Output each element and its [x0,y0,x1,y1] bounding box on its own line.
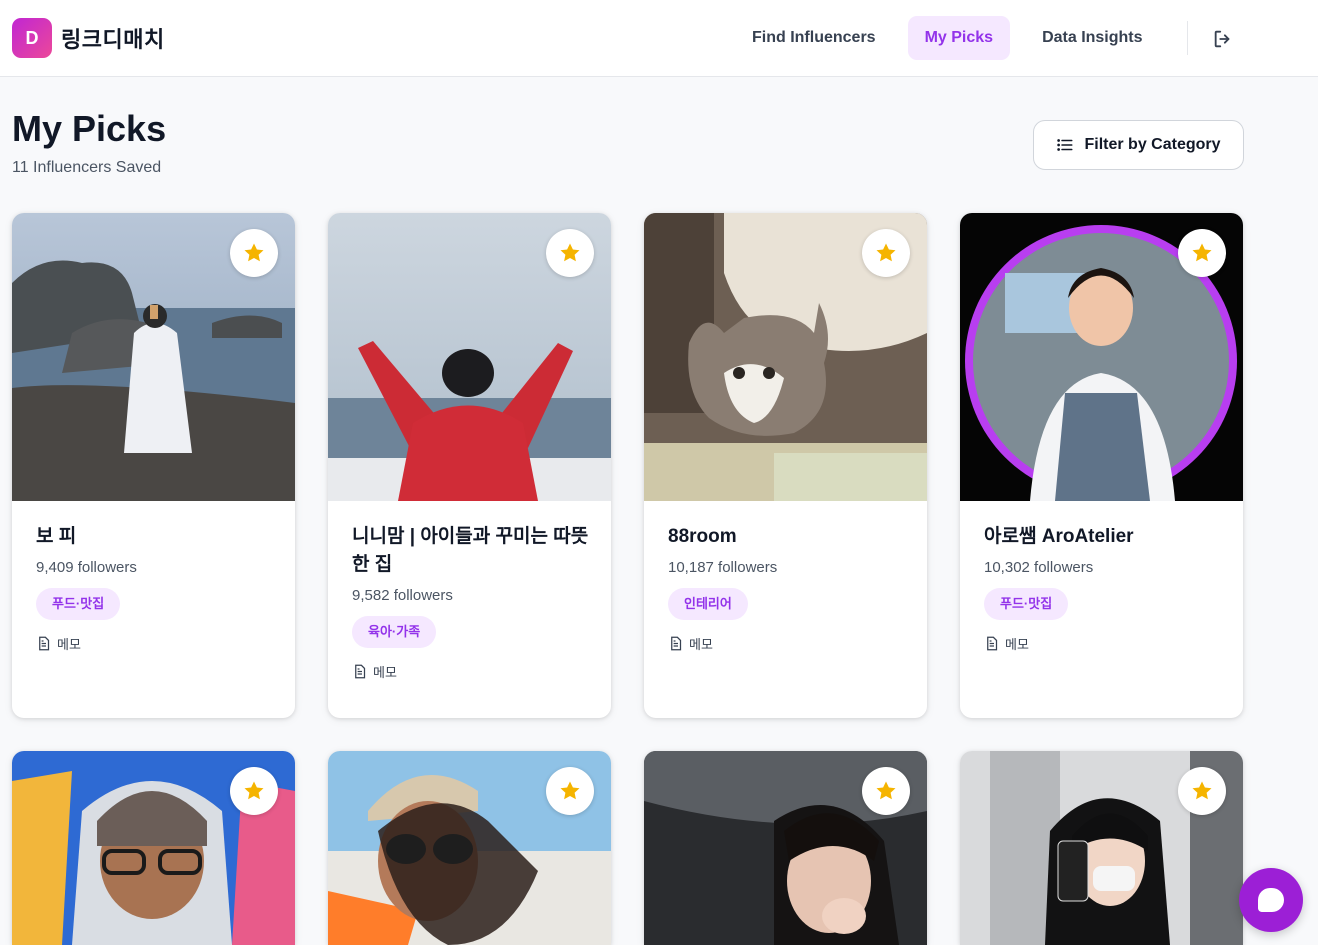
document-icon [671,636,682,651]
nav-data-insights[interactable]: Data Insights [1025,16,1159,60]
unsave-star-button[interactable] [230,767,278,815]
memo-label: 메모 [689,637,713,652]
star-icon [560,781,580,800]
filter-label: Filter by Category [1084,136,1221,153]
memo-button[interactable]: 메모 [352,662,592,681]
memo-label: 메모 [373,665,397,680]
main-nav: Find Influencers My Picks Data Insights [735,16,1160,60]
unsave-star-button[interactable] [862,767,910,815]
influencer-name: 88room [668,526,737,547]
memo-button[interactable]: 메모 [36,634,276,653]
star-icon [244,781,264,800]
unsave-star-button[interactable] [862,229,910,277]
influencer-card[interactable]: 88room 10,187 followers 인테리어 메모 [644,213,927,718]
follower-count: 10,187 followers [668,559,778,576]
document-icon [355,664,366,679]
follower-count: 9,409 followers [36,559,137,576]
follower-count: 10,302 followers [984,559,1094,576]
app-logo[interactable]: D 링크디매치 [12,18,165,58]
list-icon [1057,139,1073,151]
unsave-star-button[interactable] [546,767,594,815]
influencer-card[interactable] [644,751,927,945]
category-tag: 육아·가족 [352,616,437,648]
memo-label: 메모 [57,637,81,652]
star-icon [1192,781,1212,800]
nav-find-influencers[interactable]: Find Influencers [735,16,893,60]
chat-button[interactable] [1239,868,1303,932]
document-icon [987,636,998,651]
memo-label: 메모 [1005,637,1029,652]
follower-count: 9,582 followers [352,587,453,604]
star-icon [560,243,580,262]
category-tag: 푸드·맛집 [984,588,1069,620]
category-tag: 푸드·맛집 [36,588,121,620]
category-tag: 인테리어 [668,588,748,620]
page-title: My Picks [12,108,167,149]
app-name: 링크디매치 [61,27,165,52]
unsave-star-button[interactable] [230,229,278,277]
document-icon [39,636,50,651]
star-icon [1192,243,1212,262]
logout-icon [1214,30,1230,48]
chat-bubble-icon [1258,888,1284,912]
influencer-card[interactable] [12,751,295,945]
influencer-card[interactable]: 보 피 9,409 followers 푸드·맛집 메모 [12,213,295,718]
influencer-card[interactable]: 아로쌤 AroAtelier 10,302 followers 푸드·맛집 메모 [960,213,1243,718]
influencer-name: 보 피 [36,526,77,547]
card-body: 보 피 9,409 followers 푸드·맛집 메모 [36,523,276,653]
star-icon [876,243,896,262]
card-body: 아로쌤 AroAtelier 10,302 followers 푸드·맛집 메모 [984,523,1224,653]
influencer-card[interactable]: 니니맘 | 아이들과 꾸미는 따뜻한 집 9,582 followers 육아·… [328,213,611,718]
influencer-card[interactable] [960,751,1243,945]
memo-button[interactable]: 메모 [984,634,1224,653]
unsave-star-button[interactable] [1178,767,1226,815]
unsave-star-button[interactable] [1178,229,1226,277]
nav-divider [1187,21,1188,55]
influencer-name: 니니맘 | 아이들과 꾸미는 따뜻한 집 [352,526,589,575]
filter-by-category-button[interactable]: Filter by Category [1033,120,1244,170]
saved-count: 11 Influencers Saved [12,159,162,176]
nav-my-picks[interactable]: My Picks [907,16,1011,60]
card-body: 88room 10,187 followers 인테리어 메모 [668,523,908,653]
memo-button[interactable]: 메모 [668,634,908,653]
unsave-star-button[interactable] [546,229,594,277]
top-bar: D 링크디매치 Find Influencers My Picks Data I… [0,0,1318,77]
logo-mark: D [12,18,52,58]
logout-button[interactable] [1208,24,1238,54]
star-icon [244,243,264,262]
influencer-name: 아로쌤 AroAtelier [984,526,1134,547]
card-body: 니니맘 | 아이들과 꾸미는 따뜻한 집 9,582 followers 육아·… [352,523,592,681]
star-icon [876,781,896,800]
influencer-card[interactable] [328,751,611,945]
